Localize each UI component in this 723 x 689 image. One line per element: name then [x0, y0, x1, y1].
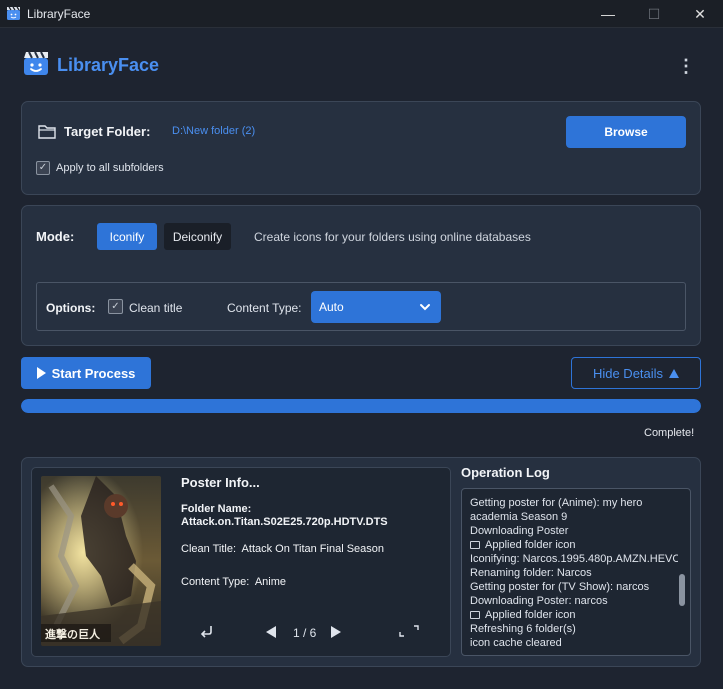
- folder-icon: [38, 125, 56, 139]
- log-line-text: Applied folder icon: [485, 609, 576, 621]
- log-line: Getting poster for (Anime): my hero: [470, 496, 678, 510]
- maximize-button[interactable]: ☐: [631, 0, 677, 28]
- clean-title-row: Clean Title: Attack On Titan Final Seaso…: [181, 543, 384, 555]
- content-type-value: Auto: [319, 300, 344, 314]
- window-title: LibraryFace: [27, 7, 91, 21]
- mode-description: Create icons for your folders using onli…: [254, 230, 531, 244]
- poster-image: 進撃の巨人: [41, 476, 161, 646]
- browse-button[interactable]: Browse: [566, 116, 686, 148]
- progress-fill: [21, 399, 701, 413]
- clean-title-label: Clean title: [129, 301, 183, 315]
- title-bar: LibraryFace — ☐ ✕: [0, 0, 723, 28]
- content-type-label: Content Type:: [227, 301, 302, 315]
- log-lines: Getting poster for (Anime): my hero acade…: [470, 496, 678, 650]
- app-clapperboard-icon: [7, 6, 20, 20]
- previous-poster-button[interactable]: [266, 626, 276, 638]
- undo-icon[interactable]: [199, 623, 215, 639]
- log-line-text: Renaming folder: Narcos: [470, 567, 592, 579]
- clean-title-checkbox[interactable]: ✓: [108, 299, 123, 314]
- log-line-text: Downloading Poster: narcos: [470, 595, 608, 607]
- next-poster-button[interactable]: [331, 626, 341, 638]
- log-line: Downloading Poster: [470, 524, 678, 538]
- brand-name: LibraryFace: [57, 55, 160, 75]
- apply-subfolders-label: Apply to all subfolders: [56, 162, 164, 174]
- more-menu-button[interactable]: ⋮: [677, 56, 695, 76]
- start-process-button[interactable]: Start Process: [21, 357, 151, 389]
- clean-title-info-value: Attack On Titan Final Season: [241, 543, 385, 555]
- poster-info-title: Poster Info...: [181, 475, 260, 490]
- poster-pager: 1 / 6: [293, 626, 317, 640]
- options-label: Options:: [46, 301, 96, 315]
- content-type-select[interactable]: Auto: [311, 291, 441, 323]
- log-line: Downloading Poster: narcos: [470, 594, 678, 608]
- hide-details-button[interactable]: Hide Details: [571, 357, 701, 389]
- start-process-label: Start Process: [51, 365, 136, 381]
- target-folder-path[interactable]: D:\New folder (2): [172, 125, 255, 137]
- log-line-text: academia Season 9: [470, 511, 568, 523]
- log-line: icon cache cleared: [470, 636, 678, 650]
- tab-iconify[interactable]: Iconify: [97, 223, 157, 250]
- log-line: academia Season 9: [470, 510, 678, 524]
- content-type-info-value: Anime: [254, 576, 286, 588]
- progress-bar: [21, 399, 701, 413]
- log-line: Getting poster for (TV Show): narcos: [470, 580, 678, 594]
- log-line-text: Getting poster for (TV Show): narcos: [470, 581, 650, 593]
- operation-log-title: Operation Log: [461, 465, 550, 480]
- log-line: Refreshing 6 folder(s): [470, 622, 678, 636]
- content-type-row: Content Type: Anime: [181, 576, 286, 588]
- folder-icon: [470, 611, 480, 619]
- operation-log-box[interactable]: Getting poster for (Anime): my hero acade…: [461, 488, 691, 656]
- poster-caption: 進撃の巨人: [45, 627, 101, 641]
- folder-name-label: Folder Name:: [181, 503, 252, 515]
- close-button[interactable]: ✕: [677, 0, 723, 28]
- hide-details-label: Hide Details: [592, 365, 664, 381]
- log-line: Applied folder icon: [470, 608, 678, 622]
- target-folder-label: Target Folder:: [64, 124, 151, 139]
- log-scrollbar[interactable]: [679, 574, 685, 606]
- status-text: Complete!: [644, 427, 695, 439]
- triangle-up-icon: [669, 368, 680, 378]
- expand-icon[interactable]: [399, 625, 419, 637]
- content-type-info-label: Content Type:: [181, 576, 250, 588]
- log-line-text: Iconifying: Narcos.1995.480p.AMZN.HEVC: [470, 553, 678, 565]
- log-line: Applied folder icon: [470, 538, 678, 552]
- log-line-text: Downloading Poster: [470, 525, 569, 537]
- minimize-button[interactable]: —: [585, 0, 631, 28]
- brand-clapperboard-icon: [24, 51, 48, 75]
- chevron-down-icon: [420, 304, 430, 311]
- folder-name-value: Attack.on.Titan.S02E25.720p.HDTV.DTS: [181, 516, 388, 528]
- log-line: Iconifying: Narcos.1995.480p.AMZN.HEVC: [470, 552, 678, 566]
- log-line-text: icon cache cleared: [470, 637, 562, 649]
- clean-title-info-label: Clean Title:: [181, 543, 237, 555]
- mode-label: Mode:: [36, 229, 75, 244]
- log-line-text: Refreshing 6 folder(s): [470, 623, 576, 635]
- apply-subfolders-checkbox[interactable]: ✓: [36, 161, 50, 175]
- log-line-text: Applied folder icon: [485, 539, 576, 551]
- tab-deiconify[interactable]: Deiconify: [164, 223, 231, 250]
- log-line-text: Getting poster for (Anime): my hero: [470, 497, 643, 509]
- log-line: Renaming folder: Narcos: [470, 566, 678, 580]
- folder-icon: [470, 541, 480, 549]
- play-icon: [36, 367, 46, 379]
